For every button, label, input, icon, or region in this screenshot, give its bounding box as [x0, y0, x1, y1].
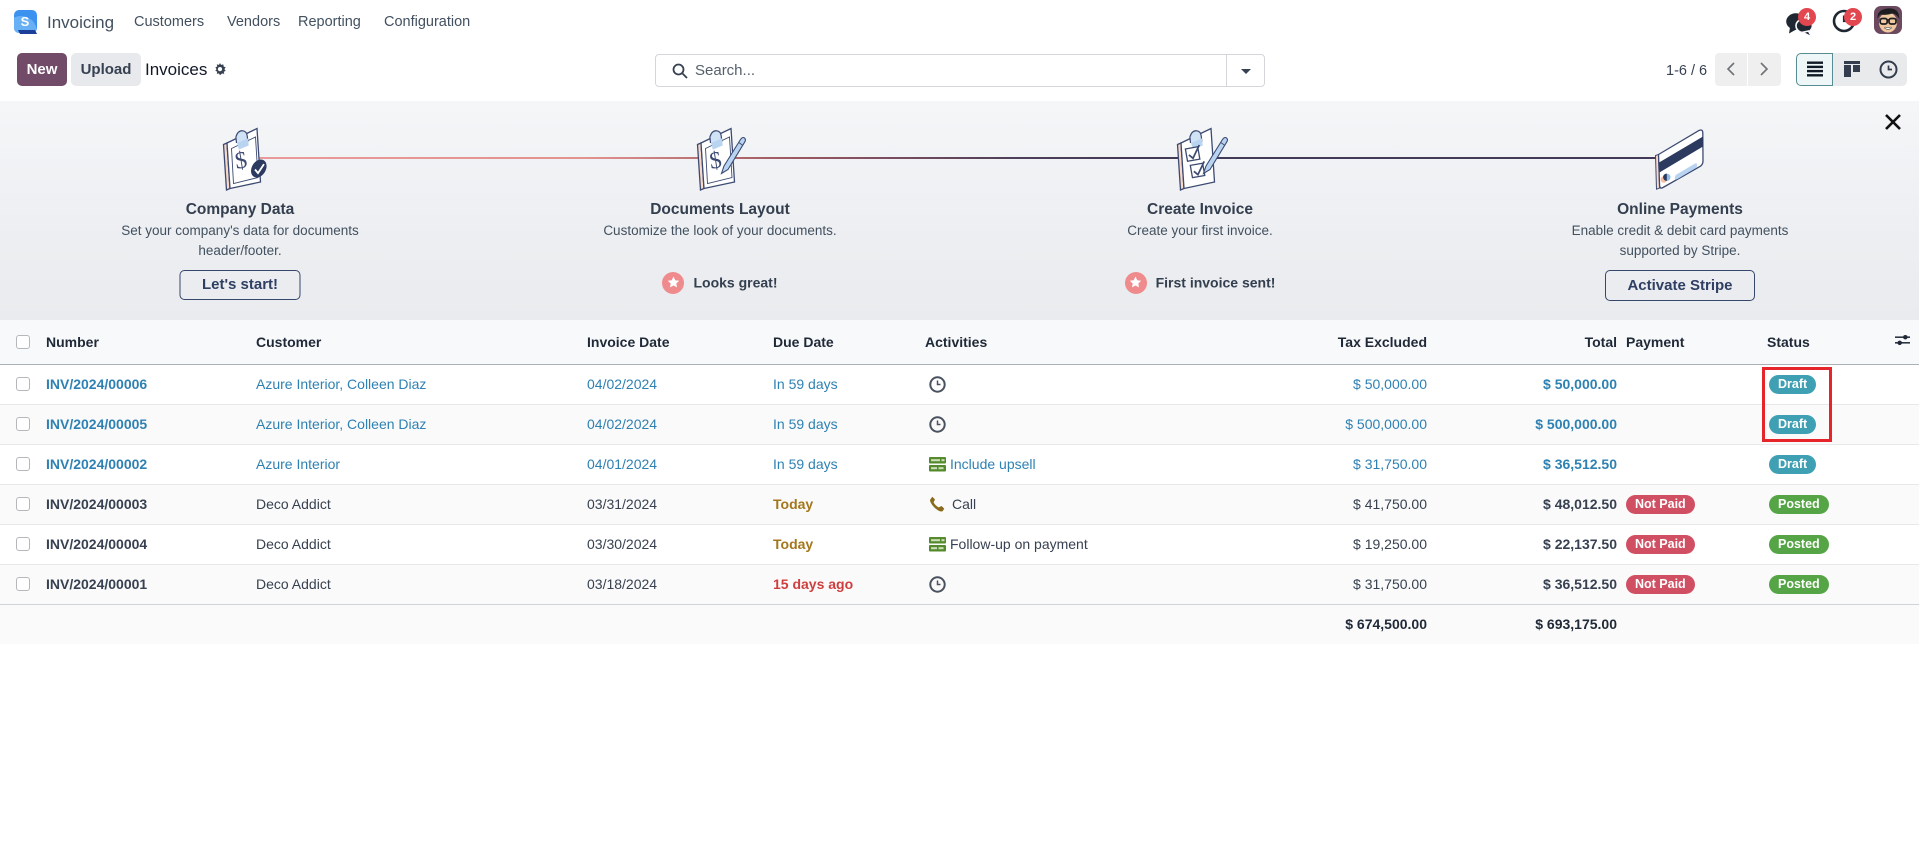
- svg-text:S: S: [21, 14, 30, 29]
